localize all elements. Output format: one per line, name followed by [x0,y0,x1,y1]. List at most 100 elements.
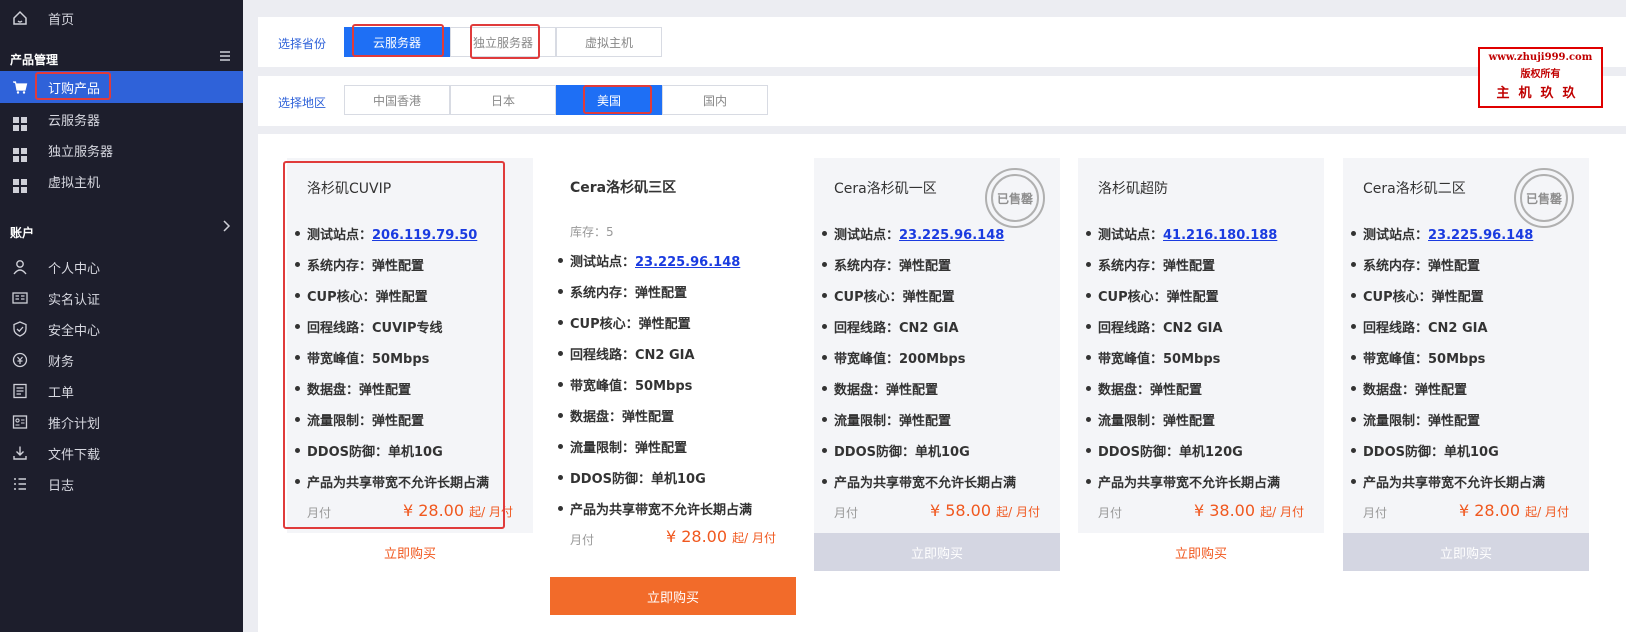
spec-ddos: DDOS防御：单机120G [1086,441,1243,460]
site-link[interactable]: 206.119.79.50 [372,228,477,243]
spec-note: 产品为共享带宽不允许长期占满 [1085,472,1280,491]
region-option-hongkong[interactable]: 中国香港 [344,85,450,115]
spec-note: 产品为共享带宽不允许长期占满 [557,499,752,518]
sidebar-item-download[interactable]: 文件下载 [0,437,243,469]
site-link[interactable]: 23.225.96.148 [899,228,1004,243]
site-link[interactable]: 41.216.180.188 [1163,228,1277,243]
region-option-japan[interactable]: 日本 [450,85,556,115]
user-icon [12,259,28,275]
sidebar-item-finance[interactable]: 财务 [0,344,243,376]
buy-now-button[interactable]: 立即购买 [550,577,796,615]
billing-cycle: 月付 [570,533,595,547]
product-card: Cera洛杉矶三区 库存：5 测试站点：23.225.96.148 系统内存：弹… [550,157,796,557]
region-filter-panel: 选择地区 中国香港 日本 美国 国内 [258,76,1626,126]
product-title: Cera洛杉矶二区 [1363,181,1466,197]
spec-ddos: DDOS防御：单机10G [1351,441,1499,460]
spec-disk: 数据盘：弹性配置 [1350,379,1467,398]
sidebar-item-ticket[interactable]: 工单 [0,375,243,407]
site-link[interactable]: 23.225.96.148 [635,255,740,270]
spec-cpu: CUP核心：弹性配置 [1351,286,1484,305]
sidebar-item-real-name[interactable]: 实名认证 [0,282,243,314]
shield-icon [12,321,28,337]
type-option-cloud-server[interactable]: 云服务器 [344,27,450,57]
spec-traffic: 流量限制：弹性配置 [1350,410,1480,429]
type-option-dedicated-server[interactable]: 独立服务器 [450,27,556,57]
log-icon [12,476,28,492]
spec-route: 回程线路：CN2 GIA [558,344,695,363]
buy-now-button[interactable]: 立即购买 [814,533,1060,571]
buy-now-button[interactable]: 立即购买 [1078,533,1324,571]
buy-now-button[interactable]: 立即购买 [287,533,533,571]
sidebar-item-label: 财务 [48,354,75,370]
type-option-virtual-host[interactable]: 虚拟主机 [556,27,662,57]
spec-disk: 数据盘：弹性配置 [821,379,938,398]
referral-icon [12,414,28,430]
sidebar-item-label: 独立服务器 [48,144,114,160]
spec-cpu: CUP核心：弹性配置 [295,286,428,305]
billing-cycle: 月付 [307,506,332,520]
billing-cycle: 月付 [834,506,859,520]
site-link[interactable]: 23.225.96.148 [1428,228,1533,243]
sidebar-item-label: 订购产品 [48,81,101,97]
product-card: 洛杉矶超防 测试站点：41.216.180.188 系统内存：弹性配置 CUP核… [1078,158,1324,533]
watermark-brand: 主机玖玖 [1496,86,1585,101]
spec-route: 回程线路：CN2 GIA [1351,317,1488,336]
sidebar-item-label: 推介计划 [48,416,101,432]
spec-ddos: DDOS防御：单机10G [558,468,706,487]
spec-site: 测试站点：23.225.96.148 [821,224,1004,243]
spec-bandwidth: 带宽峰值：50Mbps [1350,348,1485,367]
sidebar-item-cloud-server[interactable]: 云服务器 [0,103,243,135]
spec-traffic: 流量限制：弹性配置 [294,410,424,429]
spec-cpu: CUP核心：弹性配置 [1086,286,1219,305]
watermark-stamp: www.zhuji999.com 版权所有 主机玖玖 [1478,47,1603,108]
price: ¥ 58.00 起/ 月付 [929,501,1040,520]
grid-icon [12,173,28,193]
buy-now-button[interactable]: 立即购买 [1343,533,1589,571]
product-card: Cera洛杉矶二区 已售罄 测试站点：23.225.96.148 系统内存：弹性… [1343,158,1589,533]
spec-bandwidth: 带宽峰值：50Mbps [557,375,692,394]
sidebar-item-home[interactable]: 首页 [0,2,243,34]
product-title: Cera洛杉矶三区 [570,180,677,196]
spec-route: 回程线路：CN2 GIA [1086,317,1223,336]
spec-memory: 系统内存：弹性配置 [294,255,424,274]
spec-memory: 系统内存：弹性配置 [557,282,687,301]
spec-bandwidth: 带宽峰值：50Mbps [1085,348,1220,367]
sidebar-item-referral[interactable]: 推介计划 [0,406,243,438]
sold-out-stamp: 已售罄 [985,168,1045,228]
type-filter-label: 选择省份 [278,37,327,51]
sidebar-item-label: 云服务器 [48,113,101,129]
chevron-right-icon[interactable] [221,220,231,235]
spec-cpu: CUP核心：弹性配置 [822,286,955,305]
region-filter-label: 选择地区 [278,96,327,110]
product-title: 洛杉矶CUVIP [307,181,392,197]
spec-note: 产品为共享带宽不允许长期占满 [294,472,489,491]
spec-bandwidth: 带宽峰值：200Mbps [821,348,965,367]
sidebar: 首页 产品管理 订购产品 云服务器 独立服务器 虚拟主机 账户 个人中心 实名认… [0,0,243,632]
region-option-domestic[interactable]: 国内 [662,85,768,115]
home-icon [12,10,28,26]
sidebar-item-personal-center[interactable]: 个人中心 [0,251,243,283]
spec-ddos: DDOS防御：单机10G [295,441,443,460]
spec-traffic: 流量限制：弹性配置 [1085,410,1215,429]
sidebar-item-security[interactable]: 安全中心 [0,313,243,345]
sidebar-item-dedicated-server[interactable]: 独立服务器 [0,134,243,166]
sidebar-item-label: 首页 [48,12,75,28]
sidebar-item-log[interactable]: 日志 [0,468,243,500]
spec-disk: 数据盘：弹性配置 [294,379,411,398]
ticket-icon [12,383,28,399]
download-icon [12,445,28,461]
product-title: 洛杉矶超防 [1098,181,1168,197]
region-option-usa[interactable]: 美国 [556,85,662,115]
grid-icon [12,142,28,162]
sidebar-item-virtual-host[interactable]: 虚拟主机 [0,165,243,197]
spec-site: 测试站点：41.216.180.188 [1085,224,1277,243]
billing-cycle: 月付 [1363,506,1388,520]
spec-ddos: DDOS防御：单机10G [822,441,970,460]
spec-site: 测试站点：23.225.96.148 [1350,224,1533,243]
spec-traffic: 流量限制：弹性配置 [557,437,687,456]
sold-out-stamp: 已售罄 [1514,168,1574,228]
billing-cycle: 月付 [1098,506,1123,520]
spec-memory: 系统内存：弹性配置 [1085,255,1215,274]
sidebar-item-order-products[interactable]: 订购产品 [0,71,243,103]
menu-toggle-icon[interactable] [219,50,231,65]
